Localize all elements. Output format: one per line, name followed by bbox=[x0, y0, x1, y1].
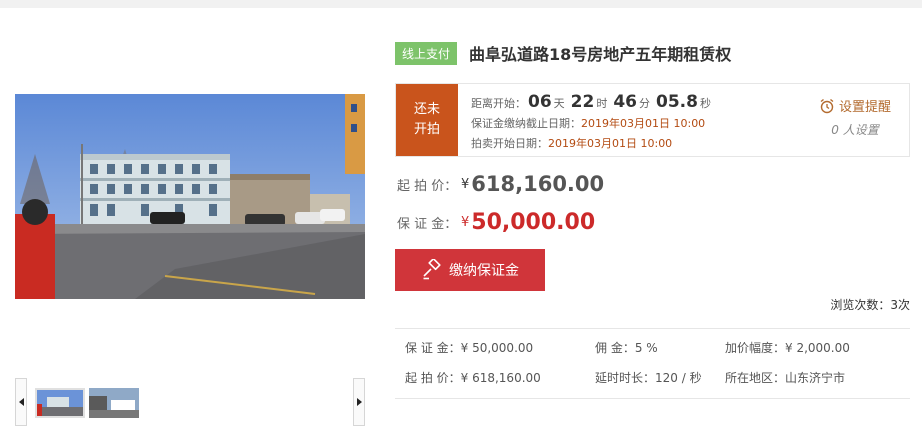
deposit-deadline-row: 保证金缴纳截止日期：2019年03月01日 10:00 bbox=[471, 114, 715, 134]
deposit-deadline-label: 保证金缴纳截止日期： bbox=[471, 117, 581, 130]
countdown-panel: 还未 开拍 距离开始： 06 天 22 时 46 分 05.8 秒 保证金缴纳截… bbox=[395, 83, 910, 157]
hours-unit: 时 bbox=[596, 97, 608, 110]
view-count-unit: 次 bbox=[897, 298, 910, 312]
detail-commission: 佣 金：5 % bbox=[595, 341, 658, 355]
detail-location: 所在地区：山东济宁市 bbox=[725, 371, 846, 385]
view-count: 浏览次数：3次 bbox=[830, 296, 910, 313]
start-price-row: 起 拍 价： ¥ 618,160.00 bbox=[397, 172, 604, 196]
detail-delay: 延时时长：120 / 秒 bbox=[595, 371, 702, 385]
reminder-count-value: 0 bbox=[831, 123, 839, 137]
divider-top bbox=[395, 328, 910, 329]
thumb-prev-button[interactable] bbox=[15, 378, 27, 426]
auction-title: 曲阜弘道路18号房地产五年期租赁权 bbox=[469, 45, 732, 64]
deposit-value: 50,000.00 bbox=[471, 210, 596, 235]
days-unit: 天 bbox=[553, 97, 565, 110]
start-price-value: 618,160.00 bbox=[471, 172, 605, 196]
details-row-1: 保 证 金：¥ 50,000.00 佣 金：5 % 加价幅度：¥ 2,000.0… bbox=[405, 338, 910, 368]
property-photo-image bbox=[15, 94, 365, 299]
set-reminder-button[interactable]: 设置提醒 0 人设置 bbox=[819, 96, 891, 138]
thumbnail-1[interactable] bbox=[35, 388, 85, 418]
thumbnail-1-image bbox=[37, 390, 83, 416]
thumbnail-strip bbox=[15, 378, 365, 426]
minutes-unit: 分 bbox=[639, 97, 651, 110]
reminder-count: 0 人设置 bbox=[819, 121, 891, 138]
reminder-row: 设置提醒 bbox=[819, 96, 891, 115]
deposit-currency: ¥ bbox=[461, 215, 470, 230]
auction-start-value: 2019年03月01日 10:00 bbox=[548, 137, 673, 150]
status-line-2: 开拍 bbox=[413, 122, 440, 137]
main-photo[interactable] bbox=[15, 94, 365, 299]
top-bar bbox=[0, 0, 922, 8]
thumbnail-2-image bbox=[89, 388, 139, 418]
alarm-clock-icon bbox=[820, 98, 834, 113]
detail-increment: 加价幅度：¥ 2,000.00 bbox=[725, 341, 850, 355]
start-price-label: 起 拍 价： bbox=[397, 178, 458, 194]
reminder-label: 设置提醒 bbox=[838, 100, 891, 115]
payment-badge: 线上支付 bbox=[395, 41, 458, 65]
countdown-label: 距离开始： bbox=[471, 97, 526, 110]
thumb-next-button[interactable] bbox=[353, 378, 365, 426]
seconds-unit: 秒 bbox=[699, 97, 711, 110]
countdown-days: 06 bbox=[528, 92, 552, 112]
title-row: 线上支付 曲阜弘道路18号房地产五年期租赁权 bbox=[395, 41, 732, 65]
status-line-1: 还未 bbox=[413, 102, 440, 117]
countdown-timer: 距离开始： 06 天 22 时 46 分 05.8 秒 bbox=[471, 92, 715, 114]
auction-start-label: 拍卖开始日期： bbox=[471, 137, 548, 150]
view-count-value: 3 bbox=[890, 298, 898, 312]
pay-deposit-label: 缴纳保证金 bbox=[449, 263, 519, 279]
countdown-minutes: 46 bbox=[613, 92, 638, 112]
deposit-row: 保 证 金： ¥ 50,000.00 bbox=[397, 210, 595, 235]
detail-deposit: 保 证 金：¥ 50,000.00 bbox=[405, 341, 534, 355]
deposit-deadline-value: 2019年03月01日 10:00 bbox=[581, 117, 706, 130]
thumbnail-2[interactable] bbox=[89, 388, 139, 418]
deposit-label: 保 证 金： bbox=[397, 217, 458, 232]
arrow-right-icon bbox=[356, 398, 362, 406]
view-count-label: 浏览次数： bbox=[830, 298, 891, 312]
countdown-hours: 22 bbox=[570, 92, 595, 112]
auction-status: 还未 开拍 bbox=[396, 84, 458, 156]
start-price-currency: ¥ bbox=[461, 176, 470, 192]
countdown-seconds: 05.8 bbox=[656, 92, 698, 112]
reminder-count-suffix: 人设置 bbox=[842, 123, 879, 137]
auction-start-row: 拍卖开始日期：2019年03月01日 10:00 bbox=[471, 134, 715, 154]
divider-bottom bbox=[395, 398, 910, 399]
gavel-icon bbox=[423, 259, 441, 280]
arrow-left-icon bbox=[18, 398, 24, 406]
details-row-2: 起 拍 价：¥ 618,160.00 延时时长：120 / 秒 所在地区：山东济… bbox=[405, 368, 910, 398]
detail-start-price: 起 拍 价：¥ 618,160.00 bbox=[405, 371, 541, 385]
pay-deposit-button[interactable]: 缴纳保证金 bbox=[395, 249, 545, 291]
auction-details: 保 证 金：¥ 50,000.00 佣 金：5 % 加价幅度：¥ 2,000.0… bbox=[405, 338, 910, 398]
countdown-lines: 距离开始： 06 天 22 时 46 分 05.8 秒 保证金缴纳截止日期：20… bbox=[471, 92, 715, 154]
